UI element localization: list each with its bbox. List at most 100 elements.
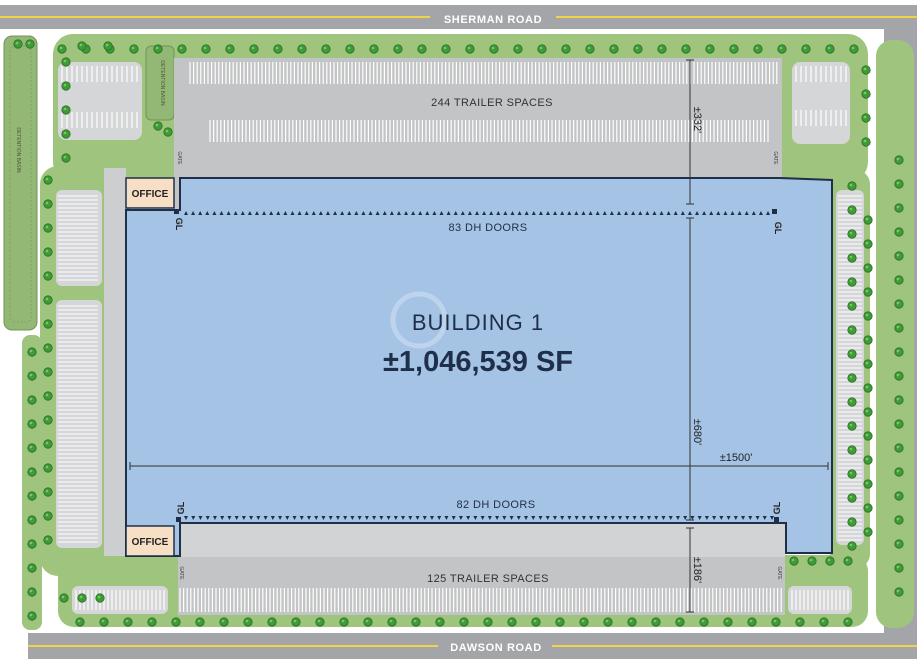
tree-highlight: [896, 397, 900, 401]
north-trailer-label: 244 TRAILER SPACES: [431, 97, 553, 109]
tree-highlight: [849, 495, 853, 499]
tree-highlight: [485, 619, 489, 623]
tree-icon: [675, 617, 685, 627]
tree-icon: [843, 617, 853, 627]
tree-highlight: [605, 619, 609, 623]
tree-highlight: [45, 465, 49, 469]
tree-highlight: [45, 489, 49, 493]
tree-highlight: [79, 43, 83, 47]
tree-icon: [861, 65, 871, 75]
tree-icon: [863, 311, 873, 321]
tree-highlight: [125, 619, 129, 623]
tree-icon: [59, 593, 69, 603]
tree-highlight: [896, 589, 900, 593]
tree-highlight: [29, 613, 33, 617]
tree-icon: [863, 479, 873, 489]
tree-highlight: [725, 619, 729, 623]
tree-icon: [847, 397, 857, 407]
width-dim-label: ±1500': [720, 452, 753, 464]
tree-highlight: [845, 558, 849, 562]
tree-highlight: [251, 46, 255, 50]
tree-highlight: [849, 543, 853, 547]
tree-highlight: [395, 46, 399, 50]
tree-icon: [435, 617, 445, 627]
tree-icon: [153, 121, 163, 131]
tree-highlight: [849, 231, 853, 235]
tree-highlight: [865, 361, 869, 365]
tree-highlight: [896, 229, 900, 233]
tree-highlight: [896, 517, 900, 521]
tree-icon: [847, 325, 857, 335]
gate-label-nw: GATE: [176, 151, 182, 165]
tree-icon: [103, 41, 113, 51]
tree-highlight: [221, 619, 225, 623]
tree-highlight: [849, 471, 853, 475]
tree-icon: [387, 617, 397, 627]
tree-highlight: [845, 619, 849, 623]
tree-icon: [699, 617, 709, 627]
tree-icon: [847, 277, 857, 287]
tree-icon: [363, 617, 373, 627]
nw-car-lot: [58, 62, 142, 140]
tree-highlight: [149, 619, 153, 623]
tree-highlight: [419, 46, 423, 50]
tree-highlight: [849, 351, 853, 355]
tree-highlight: [683, 46, 687, 50]
tree-highlight: [97, 595, 101, 599]
tree-icon: [657, 44, 667, 54]
tree-icon: [27, 467, 37, 477]
tree-icon: [417, 44, 427, 54]
west-detention-basin: [3, 35, 38, 331]
tree-icon: [43, 295, 53, 305]
tree-highlight: [173, 619, 177, 623]
tree-icon: [489, 44, 499, 54]
north-basin-label: DETENTION BASIN: [159, 60, 165, 106]
tree-highlight: [269, 619, 273, 623]
tree-highlight: [851, 46, 855, 50]
tree-icon: [847, 229, 857, 239]
tree-highlight: [863, 67, 867, 71]
tree-icon: [863, 431, 873, 441]
tree-icon: [603, 617, 613, 627]
tree-icon: [819, 617, 829, 627]
tree-highlight: [865, 385, 869, 389]
tree-highlight: [245, 619, 249, 623]
tree-highlight: [63, 131, 67, 135]
tree-icon: [861, 113, 871, 123]
dawson-road-center-right: [552, 645, 917, 647]
tree-highlight: [155, 46, 159, 50]
tree-highlight: [29, 421, 33, 425]
tree-highlight: [29, 469, 33, 473]
tree-highlight: [849, 255, 853, 259]
tree-icon: [27, 563, 37, 573]
tree-highlight: [803, 46, 807, 50]
tree-highlight: [467, 46, 471, 50]
tree-icon: [95, 593, 105, 603]
tree-highlight: [849, 183, 853, 187]
tree-highlight: [849, 207, 853, 211]
tree-highlight: [821, 619, 825, 623]
tree-icon: [27, 587, 37, 597]
tree-highlight: [581, 619, 585, 623]
tree-icon: [345, 44, 355, 54]
tree-icon: [507, 617, 517, 627]
tree-highlight: [611, 46, 615, 50]
tree-highlight: [809, 558, 813, 562]
gl-marker-sw: [176, 517, 181, 522]
tree-icon: [411, 617, 421, 627]
tree-highlight: [865, 313, 869, 317]
tree-icon: [894, 203, 904, 213]
tree-icon: [43, 439, 53, 449]
building-area: ±1,046,539 SF: [383, 346, 573, 378]
tree-icon: [847, 445, 857, 455]
tree-icon: [863, 215, 873, 225]
tree-icon: [43, 199, 53, 209]
tree-highlight: [461, 619, 465, 623]
tree-highlight: [629, 619, 633, 623]
tree-icon: [43, 415, 53, 425]
tree-icon: [894, 563, 904, 573]
tree-highlight: [865, 457, 869, 461]
tree-icon: [894, 179, 904, 189]
tree-icon: [201, 44, 211, 54]
tree-highlight: [896, 253, 900, 257]
